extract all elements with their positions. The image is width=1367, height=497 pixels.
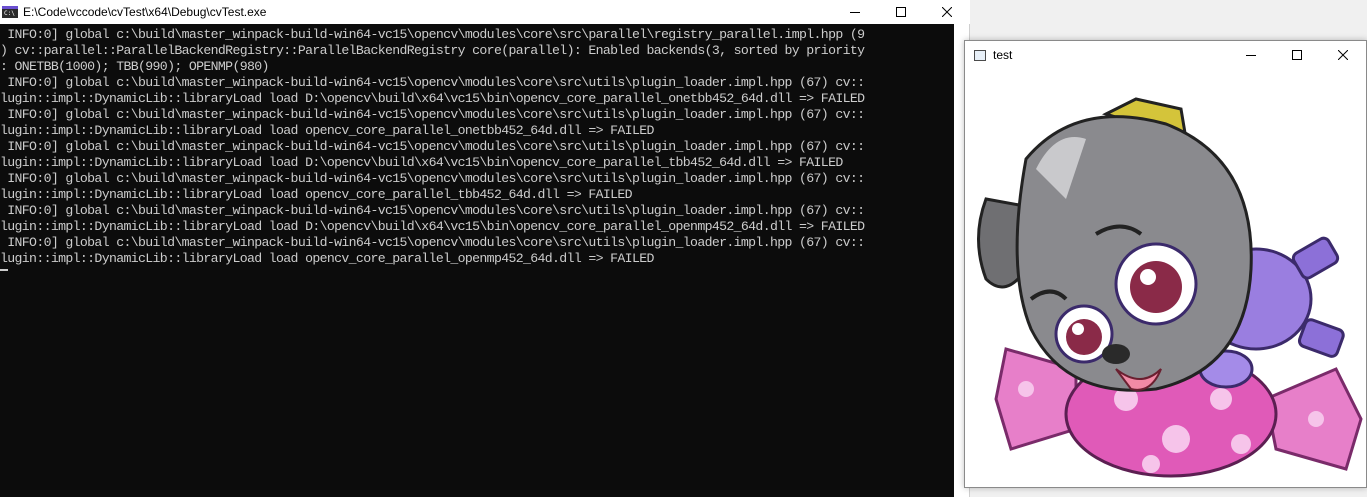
minimize-icon [1246,55,1256,56]
close-icon [942,7,952,17]
window-icon [974,49,986,61]
maximize-icon [896,7,906,17]
dog-head [977,97,1253,392]
image-display [966,69,1366,487]
image-titlebar[interactable]: test [965,41,1366,69]
image-window-controls [1228,41,1366,69]
desktop: C:\ E:\Code\vccode\cvTest\x64\Debug\cvTe… [0,0,1367,497]
console-minimize-button[interactable] [832,0,878,24]
image-minimize-button[interactable] [1228,41,1274,69]
console-line: INFO:0] global c:\build\master_winpack-b… [0,27,865,42]
console-line: lugin::impl::DynamicLib::libraryLoad loa… [0,219,865,234]
console-line: INFO:0] global c:\build\master_winpack-b… [0,75,865,90]
console-line: lugin::impl::DynamicLib::libraryLoad loa… [0,251,654,266]
console-line: INFO:0] global c:\build\master_winpack-b… [0,171,865,186]
text-cursor [0,269,8,271]
console-line: INFO:0] global c:\build\master_winpack-b… [0,203,865,218]
console-line: INFO:0] global c:\build\master_winpack-b… [0,139,865,154]
console-line: : ONETBB(1000); TBB(990); OPENMP(980) [0,59,269,74]
image-maximize-button[interactable] [1274,41,1320,69]
console-icon: C:\ [2,6,18,18]
console-line: ) cv::parallel::ParallelBackendRegistry:… [0,43,865,58]
console-window-controls [832,0,970,24]
console-close-button[interactable] [924,0,970,24]
image-window[interactable]: test [964,40,1367,488]
console-output[interactable]: INFO:0] global c:\build\master_winpack-b… [0,24,954,497]
console-line: INFO:0] global c:\build\master_winpack-b… [0,107,865,122]
console-line: lugin::impl::DynamicLib::libraryLoad loa… [0,91,865,106]
console-window[interactable]: C:\ E:\Code\vccode\cvTest\x64\Debug\cvTe… [0,0,970,497]
console-line: lugin::impl::DynamicLib::libraryLoad loa… [0,123,654,138]
console-window-title: E:\Code\vccode\cvTest\x64\Debug\cvTest.e… [23,5,267,19]
minimize-icon [850,12,860,13]
close-icon [1338,50,1348,60]
console-titlebar[interactable]: C:\ E:\Code\vccode\cvTest\x64\Debug\cvTe… [0,0,970,24]
console-line: lugin::impl::DynamicLib::libraryLoad loa… [0,187,633,202]
console-log-text: INFO:0] global c:\build\master_winpack-b… [0,24,954,267]
console-maximize-button[interactable] [878,0,924,24]
console-line: lugin::impl::DynamicLib::libraryLoad loa… [0,155,843,170]
cartoon-dog-image [977,97,1363,478]
maximize-icon [1292,50,1302,60]
image-window-title: test [993,48,1013,62]
console-line: INFO:0] global c:\build\master_winpack-b… [0,235,865,250]
image-close-button[interactable] [1320,41,1366,69]
